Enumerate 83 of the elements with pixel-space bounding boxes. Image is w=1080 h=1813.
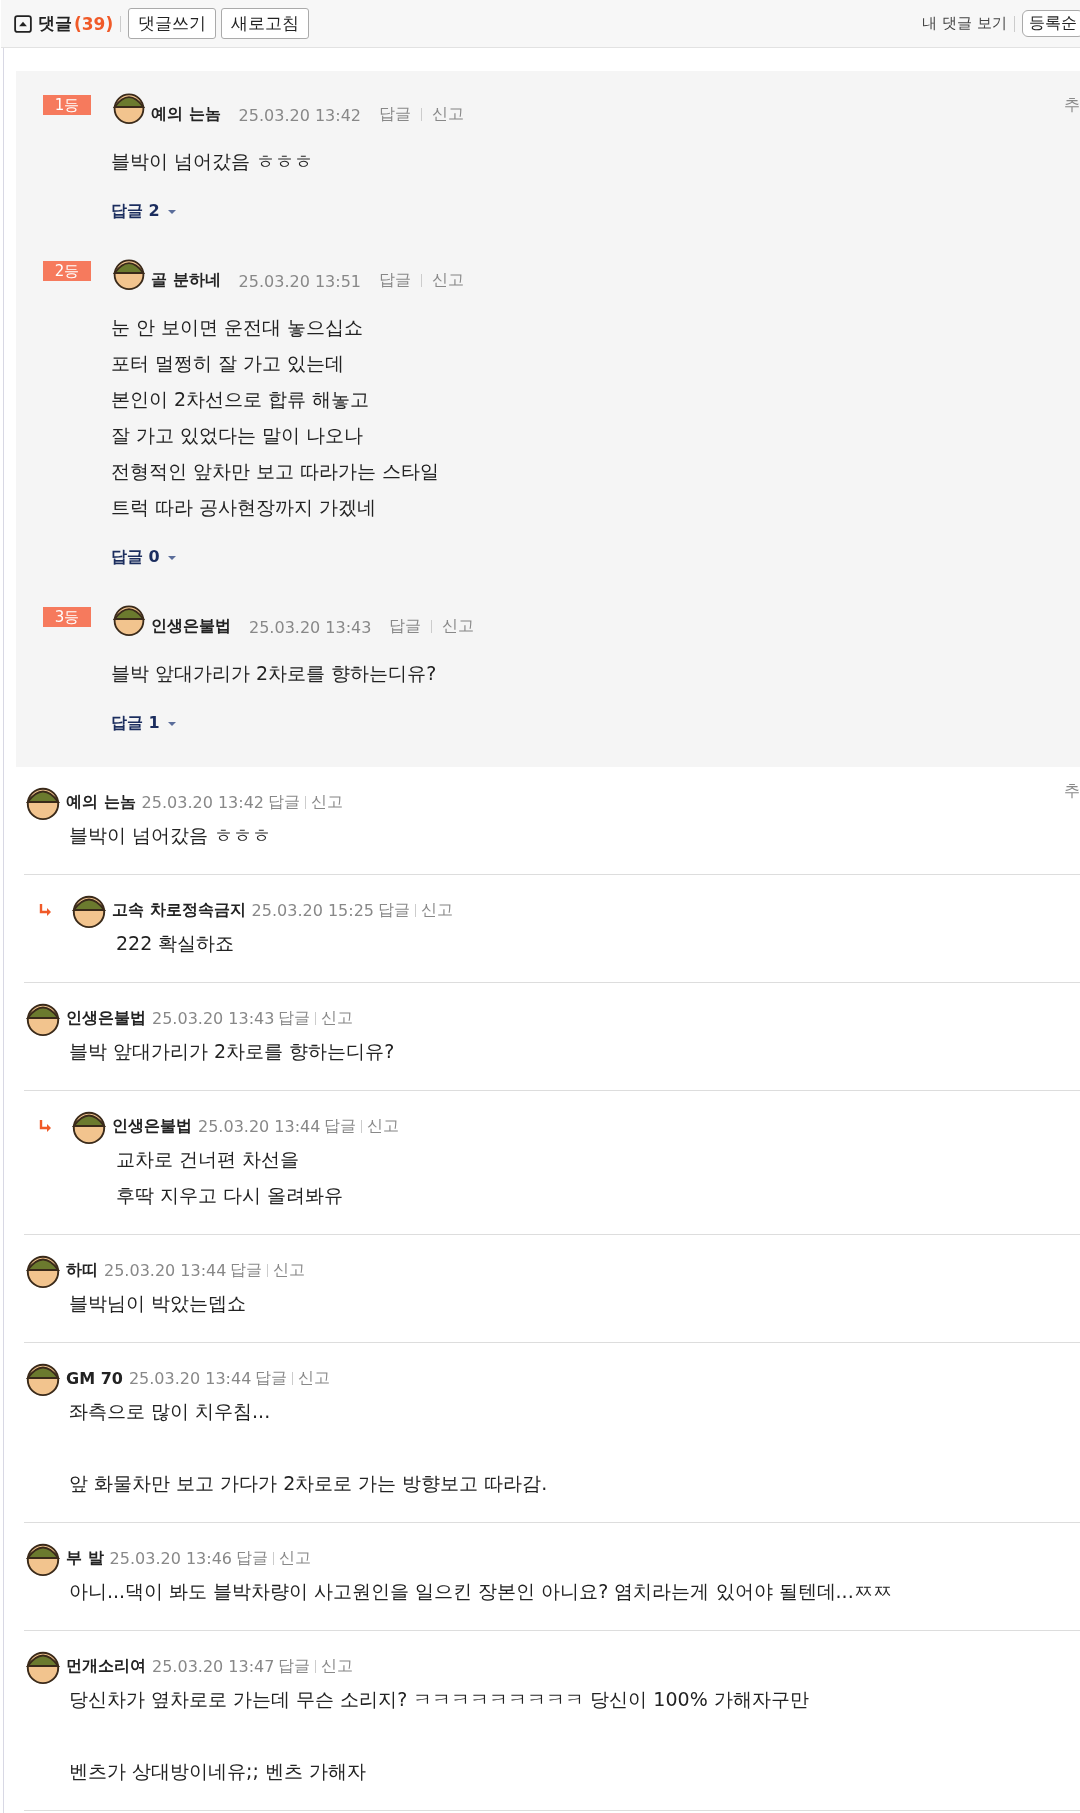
caret-icon[interactable] xyxy=(166,208,177,215)
comment-text: 블박 앞대가리가 2차로를 향하는디유? xyxy=(69,1039,396,1064)
comment-text: 교차로 건너편 차선을 xyxy=(116,1147,301,1172)
reply-arrow-icon xyxy=(38,1119,52,1133)
comment-text: 아니...댁이 봐도 블박차량이 사고원인을 일으킨 장본인 아니요? 염치라는게 있어야 될텐데...ㅉㅉ xyxy=(69,1579,893,1604)
replies-count[interactable]: 답글 0 xyxy=(111,547,160,568)
comments-title: 댓글 xyxy=(38,12,72,35)
my-comments-link[interactable]: 내 댓글 보기 xyxy=(922,14,1007,33)
sort-button[interactable]: 등록순 xyxy=(1022,10,1080,37)
author-name[interactable]: 예의 는놈 xyxy=(151,104,221,125)
report-link[interactable]: 신고 xyxy=(432,104,465,125)
rank-badge: 1등 xyxy=(43,95,91,115)
comment-date: 25.03.20 13:47 xyxy=(152,1656,275,1676)
collapse-icon[interactable] xyxy=(14,14,32,33)
reply-link[interactable]: 답글 xyxy=(255,1367,288,1389)
report-link[interactable]: 신고 xyxy=(311,791,344,813)
reply-link[interactable]: 답글 xyxy=(278,1655,311,1677)
report-link[interactable]: 신고 xyxy=(367,1115,400,1137)
comment-text: 222 확실하죠 xyxy=(116,931,236,956)
author-name[interactable]: 인생은불법 xyxy=(151,616,231,637)
comment-date: 25.03.20 13:42 xyxy=(141,792,265,812)
reply-arrow-icon xyxy=(38,903,52,917)
reply-link[interactable]: 답글 xyxy=(378,899,411,921)
report-link[interactable]: 신고 xyxy=(321,1007,354,1029)
header-button[interactable]: 댓글쓰기 xyxy=(128,8,217,39)
comment-date: 25.03.20 13:44 xyxy=(198,1116,321,1136)
report-link[interactable]: 신고 xyxy=(273,1259,306,1281)
comment-date: 25.03.20 13:46 xyxy=(109,1548,233,1568)
report-link[interactable]: 신고 xyxy=(421,899,454,921)
author-name[interactable]: 고속 차로정속금지 xyxy=(112,899,246,921)
reply-link[interactable]: 답글 xyxy=(268,791,301,813)
comment-text: 눈 안 보이면 운전대 놓으십쇼 xyxy=(111,315,365,340)
rank-badge: 3등 xyxy=(43,607,91,627)
report-link[interactable]: 신고 xyxy=(432,270,465,291)
comment-text: 벤츠가 상대방이네유;; 벤츠 가해자 xyxy=(69,1759,367,1784)
comment-text: 트럭 따라 공사현장까지 가겠네 xyxy=(111,495,378,520)
comment-text: 전형적인 앞차만 보고 따라가는 스타일 xyxy=(111,459,441,484)
caret-icon[interactable] xyxy=(166,554,177,561)
reply-link[interactable]: 답글 xyxy=(278,1007,311,1029)
report-link[interactable]: 신고 xyxy=(442,616,475,637)
report-link[interactable]: 신고 xyxy=(298,1367,331,1389)
reply-link[interactable]: 답글 xyxy=(379,104,412,125)
comment-text: 블박 앞대가리가 2차로를 향하는디유? xyxy=(111,661,438,686)
recommend-text[interactable]: 추 xyxy=(1064,781,1080,802)
comment-date: 25.03.20 15:25 xyxy=(251,900,375,920)
comment-text: 본인이 2차선으로 합류 해놓고 xyxy=(111,387,371,412)
rank-badge: 2등 xyxy=(43,261,91,281)
comment-date: 25.03.20 13:42 xyxy=(238,106,362,125)
comment-date: 25.03.20 13:43 xyxy=(152,1008,275,1028)
comment-count: (39) xyxy=(74,13,114,34)
author-name[interactable]: GM 70 xyxy=(66,1368,123,1388)
reply-link[interactable]: 답글 xyxy=(230,1259,263,1281)
author-name[interactable]: 하띠 xyxy=(66,1259,98,1281)
author-name[interactable]: 부 발 xyxy=(66,1547,104,1569)
comment-date: 25.03.20 13:44 xyxy=(128,1368,252,1388)
comment-date: 25.03.20 13:44 xyxy=(104,1260,227,1280)
comment-text: 좌측으로 많이 치우침... xyxy=(69,1399,272,1424)
comment-date: 25.03.20 13:51 xyxy=(238,272,362,291)
reply-link[interactable]: 답글 xyxy=(236,1547,269,1569)
comment-text: 잘 가고 있었다는 말이 나오나 xyxy=(111,423,365,448)
comment-date: 25.03.20 13:43 xyxy=(249,618,372,637)
header-button[interactable]: 새로고침 xyxy=(221,8,310,39)
author-name[interactable]: 먼개소리여 xyxy=(66,1655,146,1677)
report-link[interactable]: 신고 xyxy=(321,1655,354,1677)
author-name[interactable]: 예의 는놈 xyxy=(66,791,136,813)
comment-text: 블박님이 박았는뎁쇼 xyxy=(69,1291,248,1316)
comment-text: 앞 화물차만 보고 가다가 2차로로 가는 방향보고 따라감. xyxy=(69,1471,549,1496)
replies-count[interactable]: 답글 2 xyxy=(111,201,160,222)
replies-count[interactable]: 답글 1 xyxy=(111,713,160,734)
comment-text: 블박이 넘어갔음 ㅎㅎㅎ xyxy=(69,823,273,848)
recommend-text[interactable]: 추 xyxy=(1064,95,1080,116)
author-name[interactable]: 인생은불법 xyxy=(112,1115,192,1137)
report-link[interactable]: 신고 xyxy=(279,1547,312,1569)
reply-link[interactable]: 답글 xyxy=(389,616,422,637)
comment-text: 포터 멀쩡히 잘 가고 있는데 xyxy=(111,351,346,376)
comment-text: 후딱 지우고 다시 올려봐유 xyxy=(116,1183,345,1208)
author-name[interactable]: 골 분하네 xyxy=(151,270,221,291)
caret-icon[interactable] xyxy=(166,720,177,727)
reply-link[interactable]: 답글 xyxy=(379,270,412,291)
comment-text: 당신차가 옆차로로 가는데 무슨 소리지? ㅋㅋㅋㅋㅋㅋㅋㅋㅋ 당신이 100% 가해자구만 xyxy=(69,1687,810,1712)
comment-text: 블박이 넘어갔음 ㅎㅎㅎ xyxy=(111,149,315,174)
author-name[interactable]: 인생은불법 xyxy=(66,1007,146,1029)
reply-link[interactable]: 답글 xyxy=(324,1115,357,1137)
